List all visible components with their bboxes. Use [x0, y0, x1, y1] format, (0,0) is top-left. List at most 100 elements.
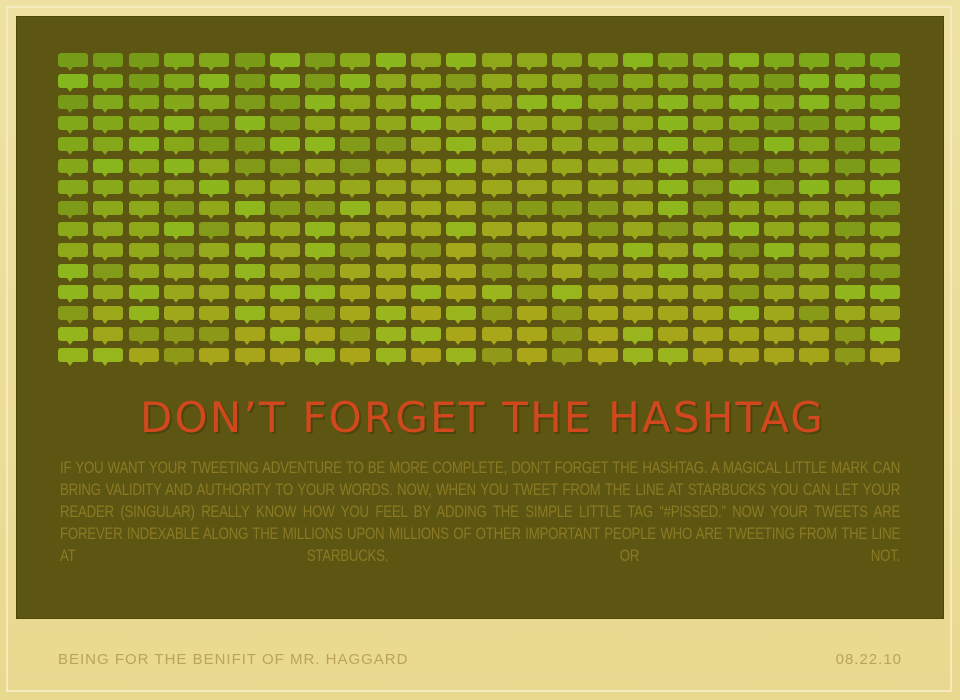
speech-bubble-icon: [93, 116, 124, 135]
speech-bubble-icon: [869, 200, 900, 219]
speech-bubble-icon: [693, 158, 724, 177]
speech-bubble-icon: [446, 327, 477, 346]
speech-bubble-icon: [834, 95, 865, 114]
speech-bubble-icon: [411, 179, 441, 198]
speech-bubble-icon: [693, 137, 724, 156]
speech-bubble-icon: [693, 327, 724, 346]
speech-bubble-icon: [552, 200, 583, 219]
speech-bubble-icon: [375, 200, 406, 219]
speech-bubble-icon: [93, 221, 124, 240]
speech-bubble-icon: [728, 137, 759, 156]
speech-bubble-icon: [834, 348, 865, 367]
speech-bubble-icon: [693, 285, 724, 304]
speech-bubble-icon: [58, 74, 88, 93]
speech-bubble-icon: [234, 158, 265, 177]
speech-bubble-icon: [340, 242, 371, 261]
speech-bubble-icon: [587, 158, 618, 177]
speech-bubble-icon: [234, 348, 265, 367]
speech-bubble-icon: [799, 158, 830, 177]
speech-bubble-icon: [375, 179, 406, 198]
speech-bubble-icon: [869, 221, 900, 240]
speech-bubble-icon: [375, 306, 406, 325]
speech-bubble-icon: [516, 348, 547, 367]
speech-bubble-icon: [516, 285, 547, 304]
speech-bubble-icon: [234, 264, 265, 282]
speech-bubble-icon: [128, 242, 159, 261]
speech-bubble-icon: [411, 95, 441, 114]
speech-bubble-icon: [516, 306, 547, 325]
speech-bubble-icon: [481, 285, 512, 304]
speech-bubble-icon: [552, 74, 583, 93]
speech-bubble-icon: [199, 95, 230, 114]
speech-bubble-icon: [446, 306, 477, 325]
speech-bubble-icon: [622, 285, 653, 304]
speech-bubble-icon: [340, 264, 371, 282]
speech-bubble-icon: [834, 327, 865, 346]
speech-bubble-icon: [587, 179, 618, 198]
speech-bubble-icon: [375, 116, 406, 135]
speech-bubble-icon: [799, 74, 830, 93]
speech-bubble-icon: [234, 95, 265, 114]
speech-bubble-icon: [481, 306, 512, 325]
speech-bubble-icon: [622, 179, 653, 198]
speech-bubble-icon: [658, 285, 689, 304]
speech-bubble-icon: [340, 200, 371, 219]
footer-date: 08.22.10: [835, 651, 902, 668]
speech-bubble-icon: [411, 74, 441, 93]
speech-bubble-icon: [693, 200, 724, 219]
speech-bubble-icon: [728, 158, 759, 177]
speech-bubble-icon: [622, 348, 653, 367]
speech-bubble-icon: [269, 95, 300, 114]
speech-bubble-icon: [587, 264, 618, 282]
speech-bubble-icon: [834, 116, 865, 135]
speech-bubble-icon: [446, 200, 477, 219]
speech-bubble-icon: [764, 158, 794, 177]
speech-bubble-icon: [199, 221, 230, 240]
speech-bubble-icon: [58, 306, 88, 325]
speech-bubble-icon: [58, 221, 88, 240]
speech-bubble-icon: [481, 348, 512, 367]
speech-bubble-icon: [340, 327, 371, 346]
speech-bubble-icon: [481, 179, 512, 198]
speech-bubble-icon: [375, 348, 406, 367]
speech-bubble-icon: [269, 306, 300, 325]
speech-bubble-icon: [199, 348, 230, 367]
speech-bubble-icon: [234, 306, 265, 325]
speech-bubble-icon: [869, 285, 900, 304]
speech-bubble-icon: [163, 179, 194, 198]
speech-bubble-icon: [658, 306, 689, 325]
speech-bubble-icon: [869, 179, 900, 198]
speech-bubble-icon: [93, 53, 124, 71]
speech-bubble-icon: [658, 137, 689, 156]
speech-bubble-icon: [728, 179, 759, 198]
speech-bubble-icon: [587, 137, 618, 156]
speech-bubble-icon: [799, 53, 830, 71]
speech-bubble-icon: [693, 242, 724, 261]
speech-bubble-icon: [93, 306, 124, 325]
speech-bubble-icon: [764, 306, 794, 325]
speech-bubble-icon: [375, 53, 406, 71]
speech-bubble-icon: [869, 348, 900, 367]
speech-bubble-icon: [516, 116, 547, 135]
speech-bubble-icon: [481, 74, 512, 93]
speech-bubble-icon: [340, 221, 371, 240]
speech-bubble-icon: [128, 327, 159, 346]
speech-bubble-icon: [834, 285, 865, 304]
speech-bubble-icon: [728, 306, 759, 325]
speech-bubble-icon: [764, 327, 794, 346]
speech-bubble-icon: [375, 327, 406, 346]
speech-bubble-icon: [622, 221, 653, 240]
speech-bubble-icon: [799, 348, 830, 367]
speech-bubble-icon: [446, 95, 477, 114]
speech-bubble-icon: [58, 327, 88, 346]
poster-body-text: If you want your tweeting adventure to b…: [60, 458, 901, 565]
speech-bubble-icon: [58, 116, 88, 135]
speech-bubble-icon: [764, 221, 794, 240]
speech-bubble-icon: [481, 158, 512, 177]
speech-bubble-icon: [128, 221, 159, 240]
speech-bubble-icon: [58, 348, 88, 367]
speech-bubble-icon: [622, 74, 653, 93]
speech-bubble-icon: [799, 95, 830, 114]
speech-bubble-icon: [481, 200, 512, 219]
speech-bubble-icon: [516, 179, 547, 198]
